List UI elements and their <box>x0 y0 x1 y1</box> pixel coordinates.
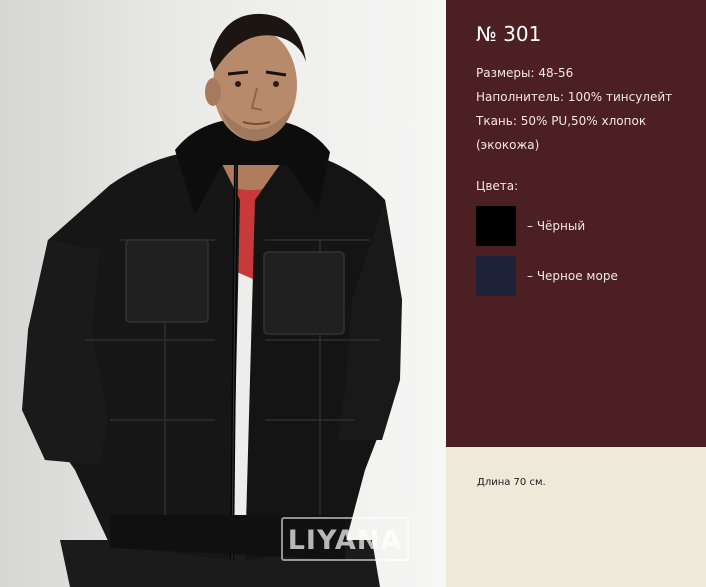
model-illustration <box>22 13 402 587</box>
product-info-panel: № 301 Размеры: 48-56 Наполнитель: 100% т… <box>446 0 706 447</box>
sizes-text: Размеры: 48-56 <box>476 66 574 80</box>
product-card: LIYANA № 301 Размеры: 48-56 Наполнитель:… <box>0 0 706 587</box>
model-number: № 301 <box>476 22 542 46</box>
colors-heading: Цвета: <box>476 179 519 193</box>
color-label-black-sea: – Черное море <box>527 269 618 283</box>
length-note: Длина 70 см. <box>477 477 546 488</box>
color-swatch-black-sea <box>476 256 516 296</box>
filling-text: Наполнитель: 100% тинсулейт <box>476 90 673 104</box>
color-swatch-black <box>476 206 516 246</box>
color-label-black: – Чёрный <box>527 219 586 233</box>
product-photo: LIYANA <box>0 0 446 587</box>
fabric-note-text: (экокожа) <box>476 138 540 152</box>
brand-watermark: LIYANA <box>281 517 409 561</box>
fabric-text: Ткань: 50% PU,50% хлопок <box>476 114 647 128</box>
